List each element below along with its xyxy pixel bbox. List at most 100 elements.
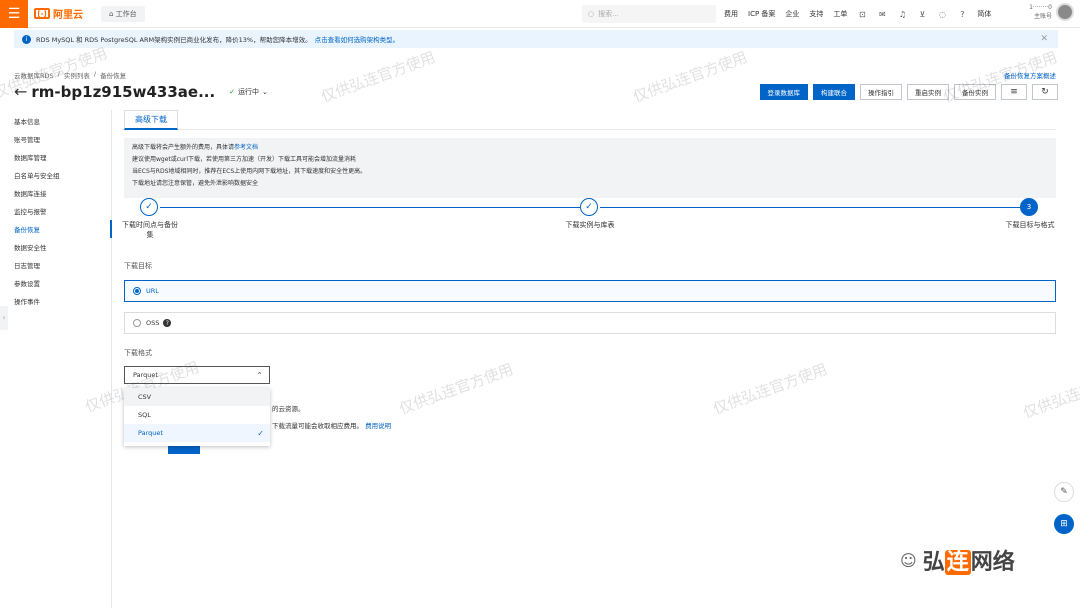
restart-button[interactable]: 重启实例	[907, 84, 949, 100]
target-option-url-label: URL	[146, 287, 159, 295]
sidebar-item-security[interactable]: 数据安全性	[0, 238, 112, 256]
nav-link-enterprise[interactable]: 企业	[785, 9, 799, 19]
tab-advanced-download[interactable]: 高级下载	[124, 110, 178, 130]
step-3-label: 下载目标与格式	[1005, 221, 1055, 229]
target-option-oss[interactable]: OSS ?	[124, 312, 1056, 334]
format-option-csv[interactable]: CSV	[124, 388, 270, 406]
chevron-up-icon: ⌃	[256, 370, 263, 380]
target-label: 下载目标	[124, 262, 152, 270]
sidebar-item-backup[interactable]: 备份恢复	[0, 220, 112, 238]
watermark: 仅供弘连官方使用	[1020, 363, 1080, 422]
check-icon: ✓	[229, 87, 236, 96]
sidebar-item-params[interactable]: 参数设置	[0, 274, 112, 292]
sidebar-item-monitor[interactable]: 监控与报警	[0, 202, 112, 220]
step-1-label: 下载时间点与备份集	[122, 221, 178, 239]
search-icon: ○	[588, 10, 595, 18]
watermark: 仅供弘连官方使用	[630, 47, 750, 106]
search-placeholder: 搜索...	[598, 10, 619, 18]
target-option-oss-label: OSS	[146, 319, 160, 327]
help-doc-link[interactable]: 备份恢复方案概述	[1004, 70, 1056, 80]
sidebar-item-accounts[interactable]: 账号管理	[0, 130, 112, 148]
tip-line-3: 当ECS与RDS地域相同时，推荐在ECS上使用内网下载地址，其下载速度和安全性更…	[132, 168, 367, 175]
account-id: 1········0	[1029, 4, 1052, 11]
notice-text-obscured-1: 的云资源。	[272, 405, 305, 413]
build-union-button[interactable]: 构建联合	[813, 84, 855, 100]
sidebar-item-logs[interactable]: 日志管理	[0, 256, 112, 274]
radio-oss[interactable]	[133, 319, 141, 327]
location-icon[interactable]: ◌	[937, 9, 947, 19]
watermark: 仅供弘连官方使用	[396, 359, 516, 418]
apps-icon[interactable]: ⊞	[1054, 514, 1074, 534]
notice-link[interactable]: 点击查看如何选购架构类型。	[315, 34, 400, 44]
format-select-value: Parquet	[133, 371, 158, 379]
bell-icon[interactable]: ♫	[897, 9, 907, 19]
close-icon[interactable]: ✕	[1040, 34, 1048, 44]
format-option-parquet[interactable]: Parquet ✓	[124, 424, 270, 442]
sidebar-item-databases[interactable]: 数据库管理	[0, 148, 112, 166]
check-icon: ✓	[257, 428, 264, 438]
format-option-sql[interactable]: SQL	[124, 406, 270, 424]
tip-doc-link[interactable]: 参考文档	[234, 144, 258, 151]
top-nav: 费用 ICP 备案 企业 支持 工单 ⊡ ✉ ♫ ⊻ ◌ ? 简体	[724, 0, 991, 28]
sidebar-item-connection[interactable]: 数据库连接	[0, 184, 112, 202]
refresh-icon[interactable]: ↻	[1032, 84, 1058, 100]
breadcrumb: 云数据库RDS / 实例列表 / 备份恢复	[14, 70, 127, 80]
nav-link-billing[interactable]: 费用	[724, 9, 738, 19]
format-dropdown: CSV SQL Parquet ✓	[124, 388, 270, 446]
edit-icon[interactable]: ✎	[1054, 482, 1074, 502]
format-label: 下载格式	[124, 349, 152, 357]
account-role: 主账号	[1033, 13, 1052, 20]
fee-link[interactable]: 费用说明	[365, 422, 391, 430]
brand-logo[interactable]: [-] 阿里云	[34, 6, 83, 21]
menu-icon[interactable]: ☰	[0, 0, 28, 28]
notice-banner: i RDS MySQL 和 RDS PostgreSQL ARM架构实例已商业化…	[14, 30, 1058, 48]
format-select[interactable]: Parquet ⌃	[124, 366, 270, 384]
stepper: ✓ 下载时间点与备份集 ✓ 下载实例与库表 3 下载目标与格式	[122, 196, 1058, 246]
search-input[interactable]: ○ 搜索...	[582, 5, 716, 23]
wechat-icon: ☺	[900, 550, 917, 570]
sidebar-item-events[interactable]: 操作事件	[0, 292, 112, 310]
breadcrumb-rds[interactable]: 云数据库RDS	[14, 70, 54, 80]
nav-link-support[interactable]: 支持	[809, 9, 823, 19]
sidebar-collapse-handle[interactable]: ›	[0, 306, 8, 330]
user-menu[interactable]: 1········0 主账号	[1029, 3, 1074, 21]
step-2-check-icon: ✓	[580, 198, 598, 216]
status-text: 运行中	[238, 87, 260, 96]
step-1-check-icon: ✓	[140, 198, 158, 216]
terminal-icon[interactable]: ⊡	[857, 9, 867, 19]
brand-name: 阿里云	[53, 10, 83, 21]
question-icon[interactable]: ?	[163, 319, 172, 327]
help-icon[interactable]: ?	[957, 9, 967, 19]
tip-line-2: 建议使用wget或curl下载，若使用第三方加速（开发）下载工具可能会增加流量消…	[132, 156, 356, 163]
cart-icon[interactable]: ⊻	[917, 9, 927, 19]
breadcrumb-instances[interactable]: 实例列表	[64, 70, 90, 80]
step-2-label: 下载实例与库表	[565, 221, 615, 229]
backup-button[interactable]: 备份实例	[954, 84, 996, 100]
breadcrumb-backup: 备份恢复	[100, 72, 127, 80]
tip-box: 高级下载将会产生额外的费用，具体请参考文档 建议使用wget或curl下载，若使…	[124, 138, 1056, 198]
action-bar: 登录数据库 构建联合 操作指引 重启实例 备份实例 ≡ ↻	[759, 84, 1058, 100]
status-badge[interactable]: ✓ 运行中 ⌄	[229, 87, 268, 97]
watermark: 仅供弘连官方使用	[710, 359, 830, 418]
notice-text-obscured-2: 下载流量可能会收取相应费用。	[272, 422, 363, 430]
sidebar-item-basic[interactable]: 基本信息	[0, 112, 112, 130]
guide-button[interactable]: 操作指引	[860, 84, 902, 100]
brand-mark-icon: [-]	[34, 8, 50, 19]
workbench-button[interactable]: ⌂ 工作台	[101, 5, 145, 22]
target-option-url[interactable]: URL	[124, 280, 1056, 302]
nav-link-icp[interactable]: ICP 备案	[748, 9, 775, 19]
step-3-number: 3	[1020, 198, 1038, 216]
info-icon: i	[22, 34, 31, 44]
language-switch[interactable]: 简体	[977, 9, 991, 19]
nav-link-ticket[interactable]: 工单	[833, 9, 847, 19]
back-arrow-icon[interactable]: ←	[14, 82, 27, 101]
mail-icon[interactable]: ✉	[877, 9, 887, 19]
more-menu-icon[interactable]: ≡	[1001, 84, 1027, 100]
avatar[interactable]	[1056, 3, 1074, 21]
login-db-button[interactable]: 登录数据库	[759, 84, 808, 100]
format-option-parquet-label: Parquet	[138, 429, 163, 437]
tip-line-1: 高级下载将会产生额外的费用，具体请	[132, 144, 235, 151]
sidebar-item-whitelist[interactable]: 白名单与安全组	[0, 166, 112, 184]
brand-watermark: ☺ 弘连网络	[900, 550, 1015, 575]
radio-url[interactable]	[133, 287, 141, 295]
